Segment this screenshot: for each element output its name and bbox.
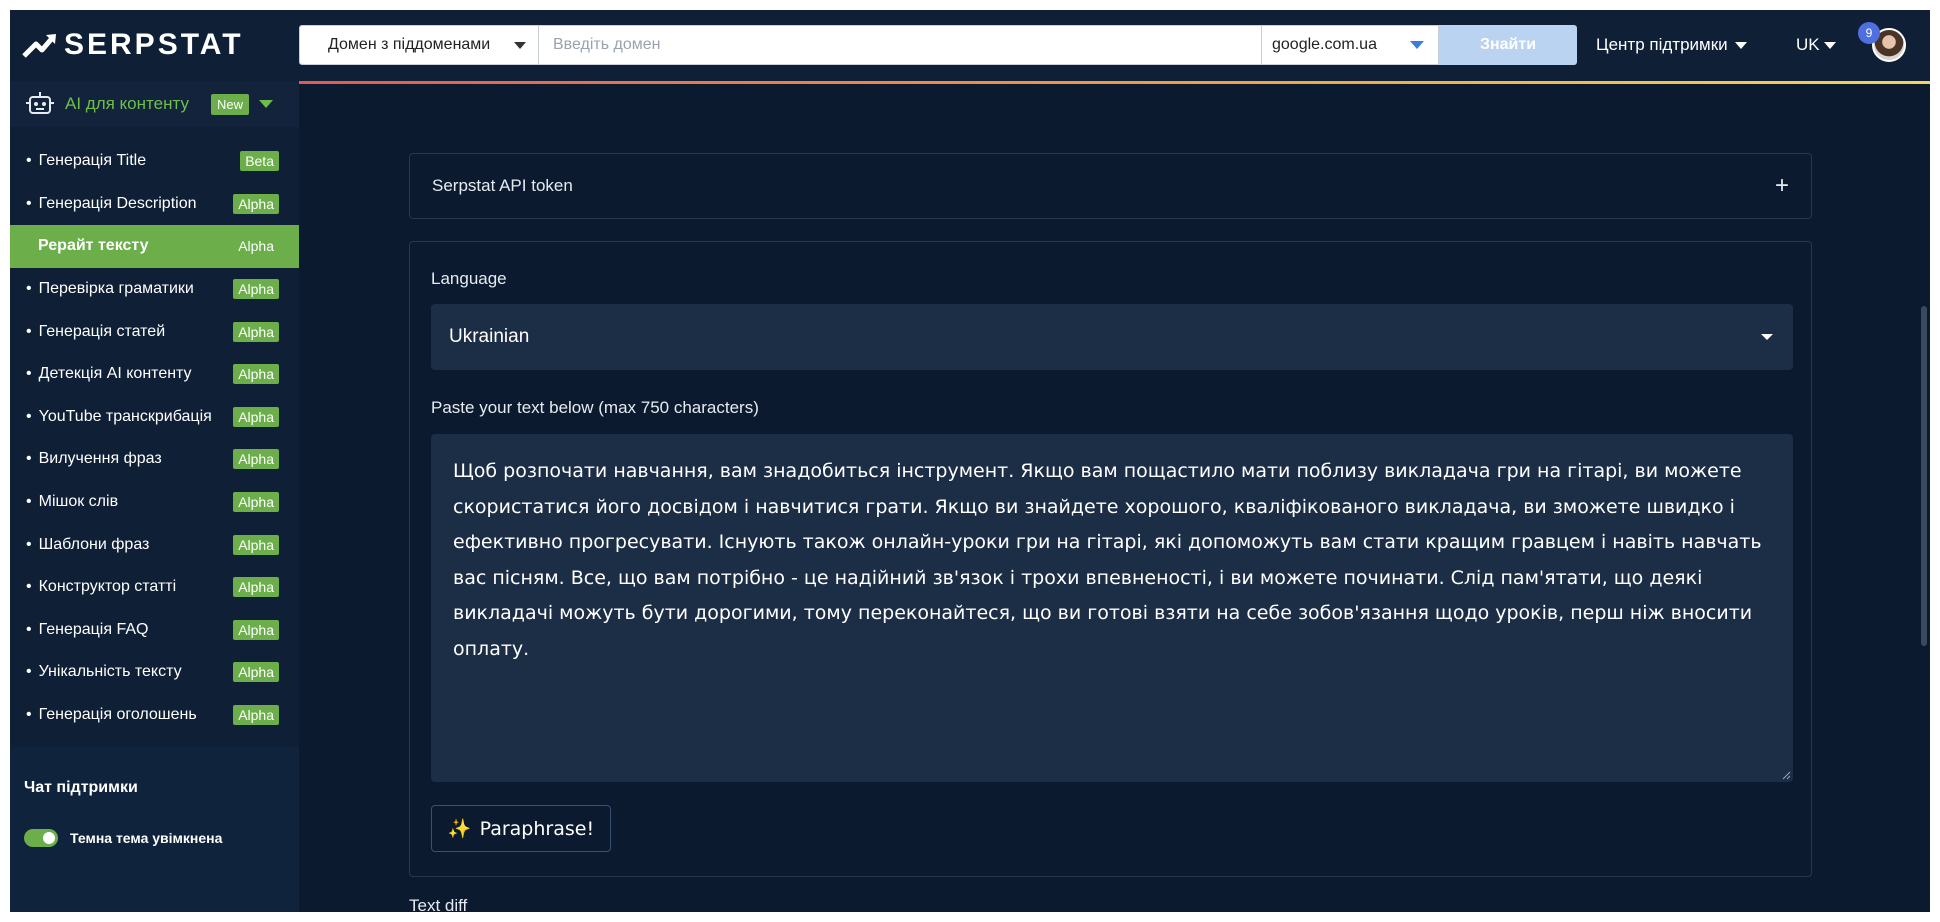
scope-select-value: Домен з піддоменами: [328, 36, 491, 53]
stage-badge: Alpha: [238, 238, 274, 255]
main-content: Serpstat API token + Language Ukrainian …: [299, 84, 1930, 912]
sidebar-item-label: Перевірка граматики: [26, 280, 194, 298]
sidebar-item[interactable]: Конструктор статті Alpha: [10, 566, 299, 609]
sidebar-item[interactable]: Детекція AI контенту Alpha: [10, 353, 299, 396]
text-field-label: Paste your text below (max 750 character…: [431, 398, 759, 417]
scope-select[interactable]: Домен з піддоменами: [299, 25, 539, 65]
text-input[interactable]: Щоб розпочати навчання, вам знадобиться …: [431, 434, 1793, 782]
resize-handle-icon[interactable]: [1781, 770, 1791, 780]
sidebar-nav: Генерація Title Beta Генерація Description…: [10, 140, 299, 736]
stage-badge: Alpha: [233, 193, 279, 214]
dark-theme-row: Темна тема увімкнена: [24, 829, 222, 847]
sidebar-item-label: Генерація FAQ: [26, 621, 149, 639]
sidebar-item-label: Рерайт тексту: [38, 237, 149, 255]
serpstat-logo[interactable]: SERPSTAT: [22, 28, 244, 62]
support-center-label: Центр підтримки: [1596, 35, 1728, 54]
sidebar-item[interactable]: Унікальність тексту Alpha: [10, 651, 299, 694]
notification-badge[interactable]: 9: [1858, 22, 1880, 44]
sidebar-item[interactable]: Мішок слів Alpha: [10, 481, 299, 524]
module-title: AI для контенту: [65, 94, 189, 113]
stage-badge: Alpha: [233, 492, 279, 513]
sidebar-footer: Чат підтримки Темна тема увімкнена: [10, 747, 299, 912]
sidebar-item[interactable]: Генерація оголошень Alpha: [10, 694, 299, 737]
api-token-accordion[interactable]: Serpstat API token +: [409, 153, 1812, 219]
sidebar-item-label: Вилучення фраз: [26, 450, 162, 468]
sidebar-item[interactable]: YouTube транскрибація Alpha: [10, 396, 299, 439]
sidebar-item[interactable]: Генерація статей Alpha: [10, 310, 299, 353]
sidebar-item-label: Генерація статей: [26, 323, 166, 341]
chevron-down-icon: [514, 41, 526, 49]
plus-icon[interactable]: +: [1775, 174, 1789, 198]
sidebar-item-label: YouTube транскрибація: [26, 408, 212, 426]
logo-mark-icon: [22, 34, 56, 58]
sidebar-item[interactable]: Перевірка граматики Alpha: [10, 268, 299, 311]
paraphrase-form: Language Ukrainian Paste your text below…: [409, 241, 1812, 877]
support-center-menu[interactable]: Центр підтримки: [1596, 35, 1747, 55]
sidebar-item-label: Конструктор статті: [26, 578, 177, 596]
sidebar-item[interactable]: Рерайт тексту Alpha: [10, 225, 299, 268]
dark-theme-toggle[interactable]: [24, 829, 58, 847]
paraphrase-button-label: Paraphrase!: [479, 817, 595, 840]
language-label: UK: [1796, 35, 1820, 54]
stage-badge: Alpha: [233, 364, 279, 385]
sidebar-item-label: Унікальність тексту: [26, 663, 182, 681]
chevron-down-icon: [1734, 41, 1747, 49]
sparkles-icon: ✨: [447, 818, 472, 840]
sidebar-item[interactable]: Вилучення фраз Alpha: [10, 438, 299, 481]
sidebar-item-label: Детекція AI контенту: [26, 365, 192, 383]
chevron-down-icon: [258, 100, 273, 108]
stage-badge: Alpha: [233, 406, 279, 427]
language-select[interactable]: Ukrainian: [431, 304, 1793, 370]
robot-icon: [26, 92, 54, 114]
stage-badge: Alpha: [233, 705, 279, 726]
language-field-label: Language: [431, 269, 507, 288]
sidebar-item[interactable]: Генерація FAQ Alpha: [10, 609, 299, 652]
scrollbar-thumb[interactable]: [1921, 306, 1927, 646]
support-chat-link[interactable]: Чат підтримки: [24, 779, 138, 797]
sidebar-item-label: Генерація Description: [26, 195, 197, 213]
stage-badge: Alpha: [233, 279, 279, 300]
module-selector[interactable]: AI для контенту New: [10, 81, 299, 127]
stage-badge: Alpha: [233, 449, 279, 470]
chevron-down-icon: [1823, 41, 1836, 49]
stage-badge: Alpha: [233, 534, 279, 555]
logo-text: SERPSTAT: [64, 28, 244, 61]
sidebar-item-label: Генерація Title: [26, 152, 146, 170]
sidebar-item[interactable]: Генерація Description Alpha: [10, 183, 299, 226]
new-badge: New: [210, 93, 249, 115]
search-engine-select[interactable]: google.com.ua: [1262, 25, 1439, 65]
chevron-down-icon: [1761, 334, 1773, 340]
sidebar-item-label: Шаблони фраз: [26, 536, 150, 554]
domain-input[interactable]: [539, 25, 1262, 65]
sidebar-item-label: Генерація оголошень: [26, 706, 197, 724]
find-button[interactable]: Знайти: [1439, 25, 1577, 65]
api-token-title: Serpstat API token: [432, 176, 573, 195]
stage-badge: Alpha: [233, 577, 279, 598]
language-select-value: Ukrainian: [449, 326, 530, 347]
stage-badge: Alpha: [233, 619, 279, 640]
sidebar: AI для контенту New Генерація TitleBetaГ…: [10, 81, 299, 912]
dark-theme-label: Темна тема увімкнена: [70, 830, 223, 846]
app-window: SERPSTAT Домен з піддоменами google.com.…: [10, 10, 1930, 912]
chevron-down-icon: [1410, 41, 1424, 49]
sidebar-item[interactable]: Шаблони фраз Alpha: [10, 523, 299, 566]
top-bar: SERPSTAT Домен з піддоменами google.com.…: [10, 10, 1930, 81]
sidebar-item[interactable]: Генерація Title Beta: [10, 140, 299, 183]
page-scrollbar[interactable]: [1918, 84, 1930, 912]
stage-badge: Alpha: [233, 662, 279, 683]
sidebar-item-label: Мішок слів: [26, 493, 118, 511]
stage-badge: Beta: [240, 151, 279, 172]
text-diff-title: Text diff: [409, 896, 468, 912]
paraphrase-button[interactable]: ✨ Paraphrase!: [431, 805, 611, 852]
language-menu[interactable]: UK: [1796, 35, 1836, 55]
stage-badge: Alpha: [233, 321, 279, 342]
search-bar: Домен з піддоменами google.com.ua Знайти: [299, 25, 1577, 65]
search-engine-value: google.com.ua: [1272, 36, 1377, 53]
